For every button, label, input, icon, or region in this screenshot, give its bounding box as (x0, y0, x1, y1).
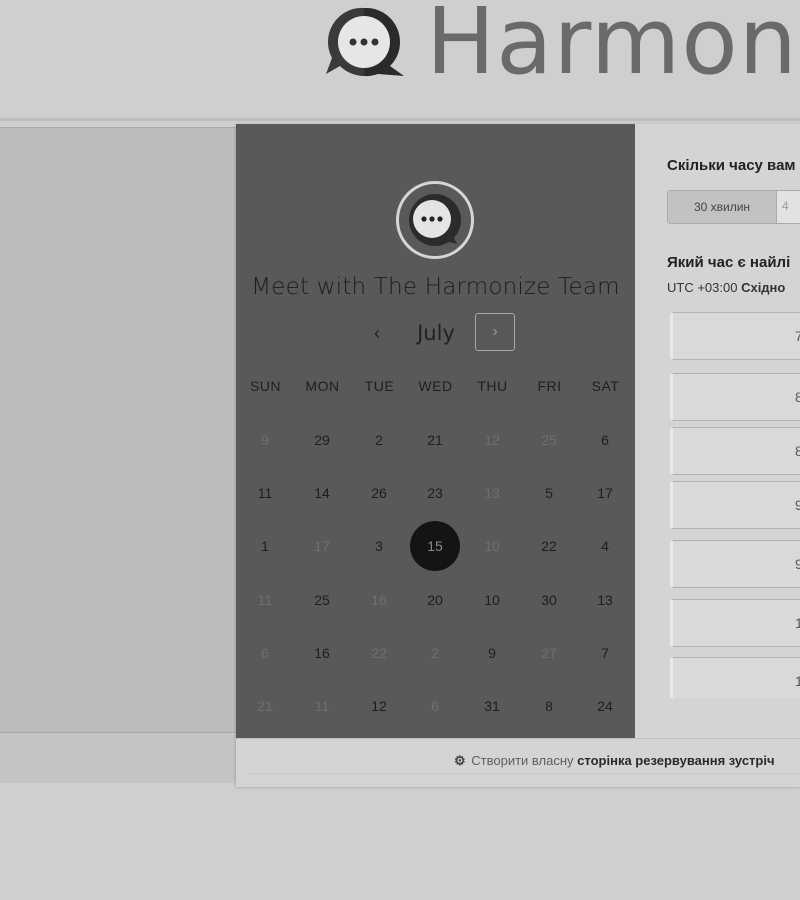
calendar-day[interactable]: 16 (297, 628, 347, 678)
brand-name: Harmon (426, 0, 798, 95)
weekday-sun: SUN (249, 378, 282, 394)
calendar-day[interactable]: 25 (297, 575, 347, 625)
calendar-day[interactable]: 22 (524, 521, 574, 571)
time-slot-button[interactable]: 1 (670, 657, 800, 698)
time-slot-button[interactable]: 9 (670, 540, 800, 588)
chat-bubble-icon (318, 2, 410, 82)
weekday-wed: WED (418, 378, 453, 394)
calendar-day[interactable]: 23 (410, 468, 460, 518)
calendar-day[interactable]: 3 (354, 521, 404, 571)
time-slot-list: 7 8 8 9 9 1 1 (635, 307, 800, 698)
time-slot-button[interactable]: 8 (670, 427, 800, 475)
calendar-day: 11 (257, 592, 273, 608)
calendar-day[interactable]: 2 (354, 415, 404, 465)
timezone-offset: UTC +03:00 (667, 280, 738, 295)
weekday-tue: TUE (364, 378, 395, 394)
calendar-day: 13 (484, 485, 500, 501)
weekday-thu: THU (477, 378, 508, 394)
calendar-day: 21 (257, 698, 273, 714)
calendar-day[interactable]: 26 (354, 468, 404, 518)
timezone-name: Східно (741, 280, 786, 295)
footer-divider (248, 773, 800, 774)
create-own-page-link[interactable]: ⚙ Створити власну сторінка резервування … (454, 753, 775, 769)
calendar-day[interactable]: 30 (524, 575, 574, 625)
time-slot-button[interactable]: 7 (670, 312, 800, 360)
hubspot-sprocket-icon: ⚙ (454, 753, 466, 768)
calendar-day: 17 (314, 538, 330, 554)
time-slot-button[interactable]: 9 (670, 481, 800, 529)
time-question: Який час є найлі (667, 254, 791, 271)
timezone-selector[interactable]: UTC +03:00 Східно (667, 280, 785, 295)
weekday-sat: SAT (591, 378, 620, 394)
calendar-day[interactable]: 24 (580, 681, 630, 731)
calendar-day: 10 (484, 538, 500, 554)
calendar-day[interactable]: 31 (467, 681, 517, 731)
calendar-day[interactable]: 21 (410, 415, 460, 465)
month-label: July (417, 321, 455, 345)
calendar-day: 27 (541, 645, 557, 661)
duration-question: Скільки часу вам (667, 157, 796, 174)
calendar-day[interactable]: 20 (410, 575, 460, 625)
team-avatar-icon (396, 181, 474, 259)
calendar-day[interactable]: 14 (297, 468, 347, 518)
calendar-day-selected[interactable]: 15 (410, 521, 460, 571)
calendar-day: 16 (371, 592, 387, 608)
calendar-day: 25 (541, 432, 557, 448)
calendar-day[interactable]: 29 (297, 415, 347, 465)
calendar-day[interactable]: 12 (354, 681, 404, 731)
brand-logo: Harmon (318, 0, 798, 95)
weekday-fri: FRI (537, 378, 562, 394)
calendar-day[interactable]: 7 (580, 628, 630, 678)
calendar-day[interactable]: 10 (467, 575, 517, 625)
calendar-day: 2 (431, 645, 439, 661)
time-selection-panel: Скільки часу вам 30 хвилин 4 Який час є … (635, 124, 800, 738)
calendar-day[interactable]: 1 (240, 521, 290, 571)
header-divider (0, 118, 800, 121)
duration-option-30[interactable]: 30 хвилин (668, 191, 777, 223)
footer-prefix: Створити власну (471, 753, 574, 768)
calendar-day[interactable]: 8 (524, 681, 574, 731)
time-slot-button[interactable]: 1 (670, 599, 800, 647)
calendar-day[interactable]: 4 (580, 521, 630, 571)
duration-option-other[interactable]: 4 (782, 199, 789, 213)
calendar-day: 12 (484, 432, 500, 448)
duration-selector: 30 хвилин 4 (667, 190, 800, 224)
left-backdrop-footer (0, 732, 236, 783)
footer-link-text: сторінка резервування зустріч (577, 753, 775, 768)
calendar-day[interactable]: 17 (580, 468, 630, 518)
time-slot-button[interactable]: 8 (670, 373, 800, 421)
calendar-day[interactable]: 9 (467, 628, 517, 678)
previous-month-button[interactable]: ‹ (362, 316, 392, 350)
calendar-day[interactable]: 13 (580, 575, 630, 625)
calendar-title: Meet with The Harmonize Team (251, 274, 620, 300)
calendar-day[interactable]: 11 (240, 468, 290, 518)
card-footer: ⚙ Створити власну сторінка резервування … (236, 738, 800, 787)
calendar-day: 6 (431, 698, 439, 714)
calendar-day[interactable]: 5 (524, 468, 574, 518)
left-backdrop (0, 127, 236, 733)
month-navigation: ‹ July › (236, 312, 635, 354)
calendar-day: 6 (261, 645, 269, 661)
calendar-day[interactable]: 6 (580, 415, 630, 465)
weekday-mon: MON (305, 378, 340, 394)
calendar-panel: Meet with The Harmonize Team ‹ July › SU… (236, 124, 635, 738)
next-month-button[interactable]: › (475, 313, 515, 351)
calendar-day: 22 (371, 645, 387, 661)
calendar-day: 9 (261, 432, 269, 448)
booking-card: Meet with The Harmonize Team ‹ July › SU… (236, 124, 800, 787)
calendar-day: 11 (314, 698, 330, 714)
